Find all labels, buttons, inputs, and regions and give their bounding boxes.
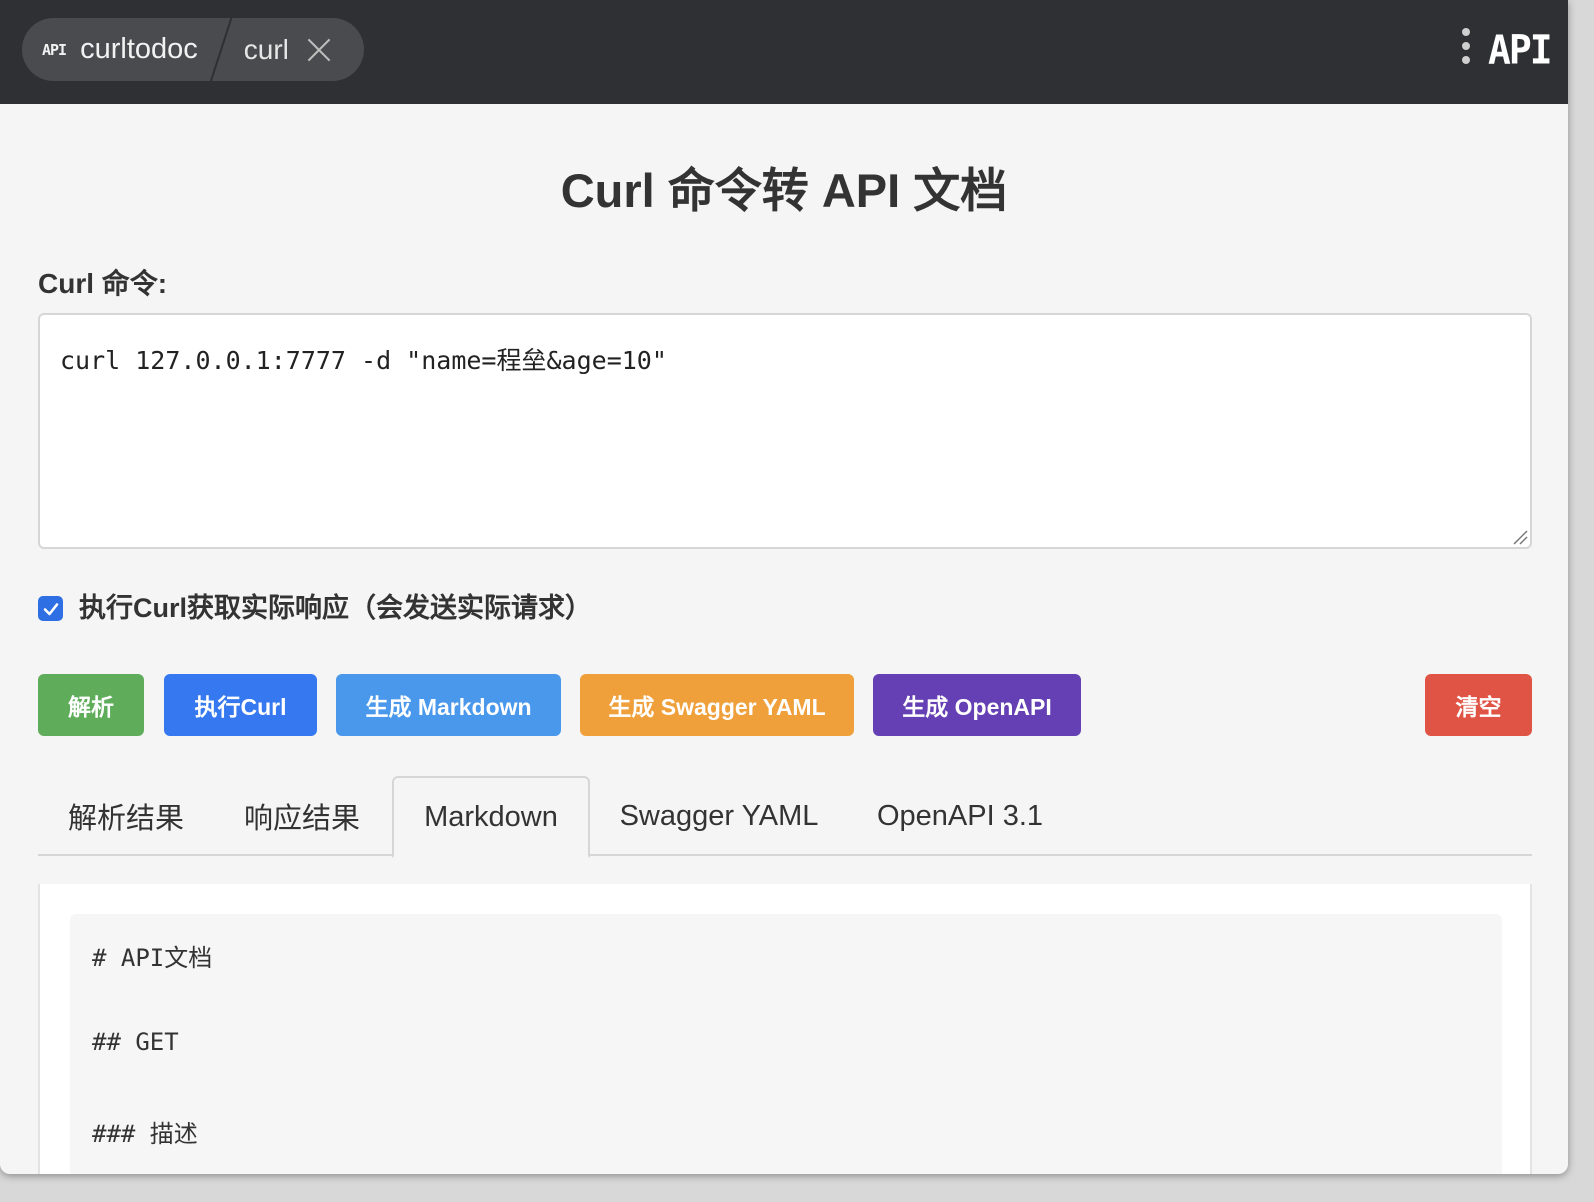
open-tab-label: curl <box>243 33 289 65</box>
markdown-output[interactable]: # API文档 ## GET ### 描述 <box>70 914 1502 1174</box>
app-segment[interactable]: API curltodoc <box>22 18 210 81</box>
generate-swagger-button[interactable]: 生成 Swagger YAML <box>580 674 854 736</box>
curl-field-label: Curl 命令: <box>38 268 168 299</box>
parse-button[interactable]: 解析 <box>38 674 144 736</box>
title-bar: API curltodoc curl API <box>0 0 1568 104</box>
generate-markdown-button[interactable]: 生成 Markdown <box>336 674 561 736</box>
breadcrumb-separator <box>210 18 232 81</box>
api-mini-logo-icon: API <box>42 40 67 59</box>
clear-button[interactable]: 清空 <box>1425 674 1532 736</box>
tab-openapi[interactable]: OpenAPI 3.1 <box>848 776 1072 856</box>
execute-checkbox[interactable] <box>38 596 63 621</box>
close-icon[interactable] <box>305 36 333 64</box>
result-panel: # API文档 ## GET ### 描述 <box>38 884 1532 1174</box>
app-name: curltodoc <box>80 33 198 65</box>
open-tab[interactable]: curl <box>232 18 333 81</box>
more-menu-icon[interactable] <box>1458 28 1474 72</box>
tab-parse-result[interactable]: 解析结果 <box>38 776 214 856</box>
page-title: Curl 命令转 API 文档 <box>560 164 1008 217</box>
output-line: ## GET <box>92 1028 179 1056</box>
tab-markdown[interactable]: Markdown <box>392 776 590 858</box>
curl-command-input[interactable]: curl 127.0.0.1:7777 -d "name=程垒&age=10" <box>38 313 1532 549</box>
tab-pill: API curltodoc curl <box>22 18 364 81</box>
app-window: API curltodoc curl API Curl 命令转 API 文档 C… <box>0 0 1568 1174</box>
execute-checkbox-label[interactable]: 执行Curl获取实际响应（会发送实际请求） <box>79 586 592 625</box>
checkmark-icon <box>43 602 58 615</box>
result-tabs: 解析结果 响应结果 Markdown Swagger YAML OpenAPI … <box>38 776 1532 858</box>
generate-openapi-button[interactable]: 生成 OpenAPI <box>873 674 1081 736</box>
output-line: # API文档 <box>92 944 213 972</box>
tab-swagger-yaml[interactable]: Swagger YAML <box>590 776 848 856</box>
api-logo: API <box>1488 26 1553 74</box>
execute-option: 执行Curl获取实际响应（会发送实际请求） <box>38 586 592 625</box>
tab-response-result[interactable]: 响应结果 <box>214 776 390 856</box>
execute-curl-button[interactable]: 执行Curl <box>164 674 317 736</box>
output-line: ### 描述 <box>92 1120 198 1148</box>
